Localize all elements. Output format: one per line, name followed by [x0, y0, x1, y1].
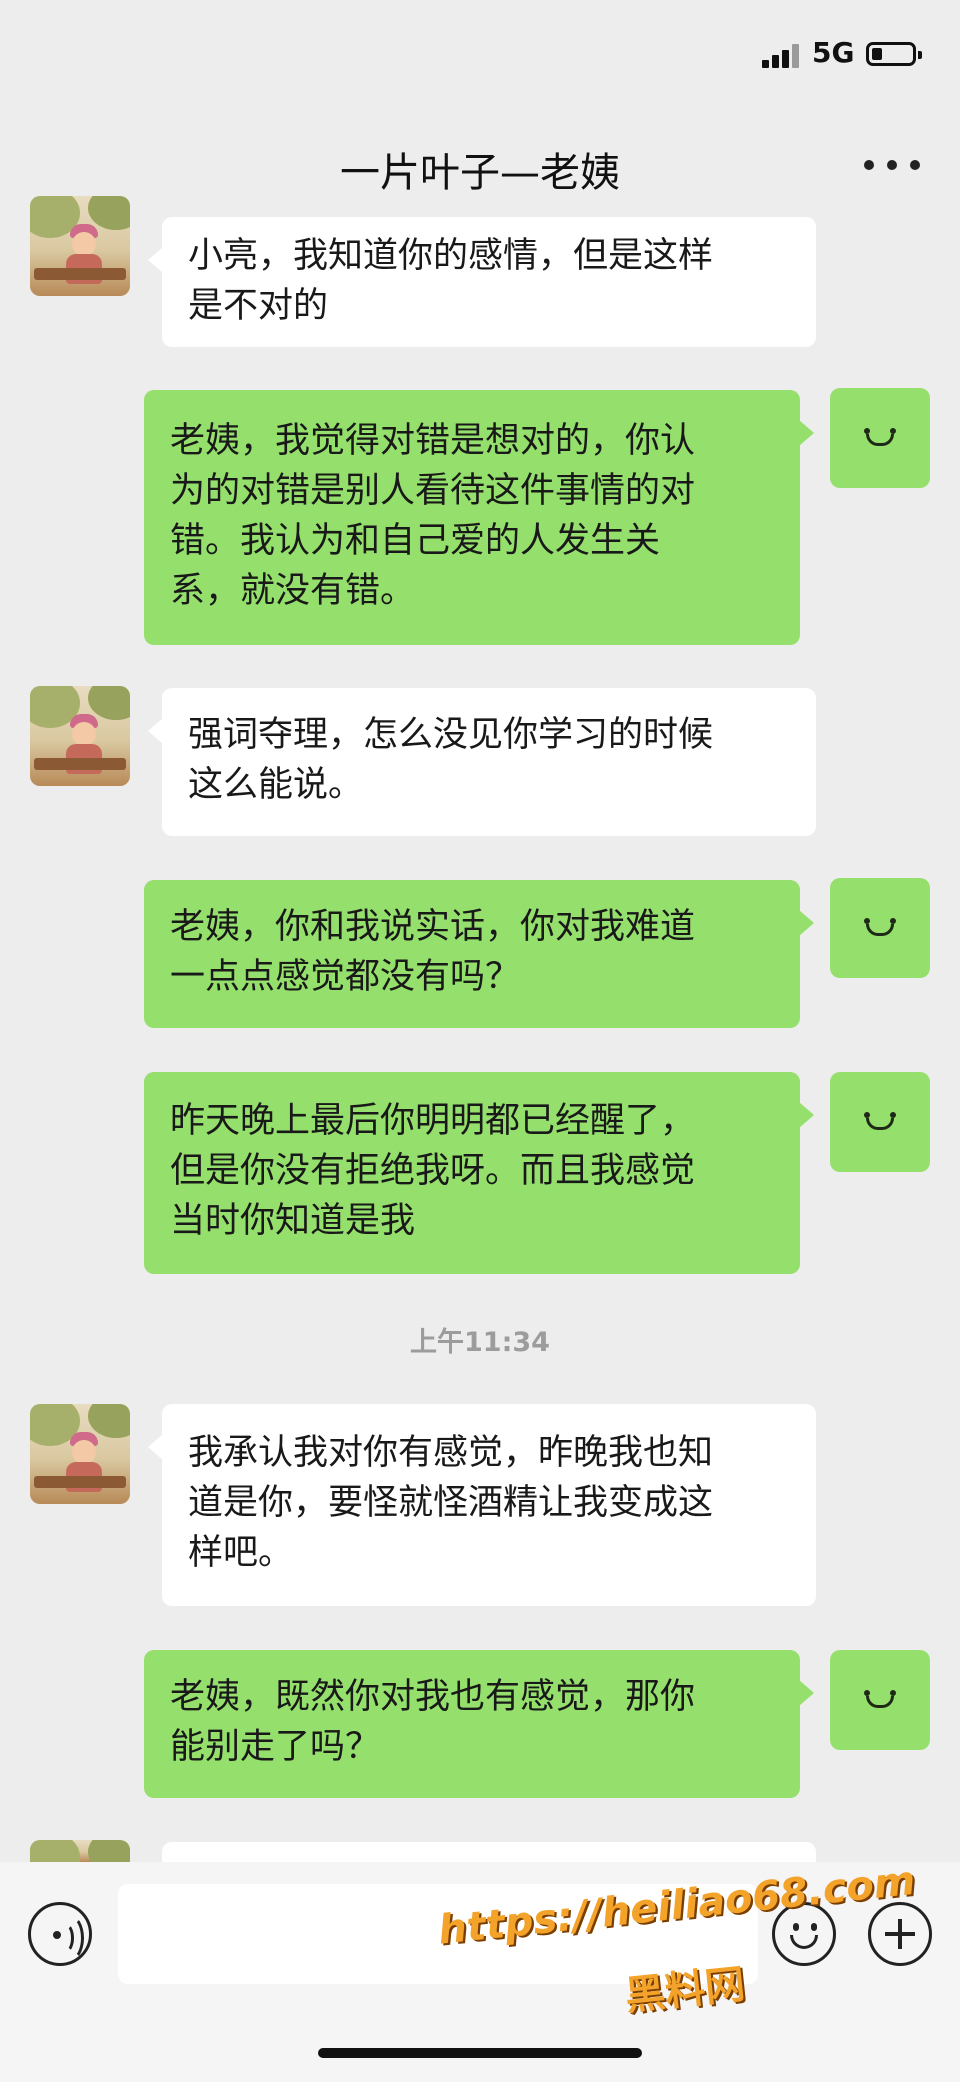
home-indicator[interactable] [318, 2048, 642, 2058]
signal-icon [762, 44, 800, 68]
contact-avatar[interactable] [30, 1840, 130, 1862]
status-bar: 5G [0, 0, 960, 110]
message-bubble-incoming[interactable]: 强词夺理，怎么没见你学习的时候 这么能说。 [148, 688, 816, 836]
contact-avatar[interactable] [30, 686, 130, 786]
voice-input-icon[interactable] [28, 1902, 92, 1966]
more-options-icon[interactable] [864, 155, 920, 175]
self-avatar[interactable] [830, 878, 930, 978]
message-bubble-outgoing[interactable]: 老姨，我觉得对错是想对的，你认 为的对错是别人看待这件事情的对 错。我认为和自己… [144, 390, 814, 645]
self-avatar[interactable] [830, 1072, 930, 1172]
self-avatar[interactable] [830, 1650, 930, 1750]
self-avatar[interactable] [830, 388, 930, 488]
chat-title: 一片叶子—老姨 [340, 150, 620, 196]
message-bubble-incoming[interactable]: 小亮，我知道你的感情，但是这样 是不对的 [148, 217, 816, 347]
message-bubble-incoming[interactable] [162, 1842, 816, 1862]
battery-icon [866, 42, 922, 66]
message-bubble-outgoing[interactable]: 老姨，既然你对我也有感觉，那你 能别走了吗？ [144, 1650, 814, 1798]
chat-header: 一片叶子—老姨 [0, 110, 960, 220]
message-bubble-outgoing[interactable]: 老姨，你和我说实话，你对我难道 一点点感觉都没有吗？ [144, 880, 814, 1028]
contact-avatar[interactable] [30, 196, 130, 296]
contact-avatar[interactable] [30, 1404, 130, 1504]
message-timestamp: 上午11:34 [410, 1327, 550, 1358]
message-bubble-incoming[interactable]: 我承认我对你有感觉，昨晚我也知 道是你，要怪就怪酒精让我变成这 样吧。 [148, 1404, 816, 1606]
message-bubble-outgoing[interactable]: 昨天晚上最后你明明都已经醒了， 但是你没有拒绝我呀。而且我感觉 当时你知道是我 [144, 1072, 814, 1274]
add-icon[interactable] [868, 1902, 932, 1966]
network-type: 5G [812, 36, 855, 69]
